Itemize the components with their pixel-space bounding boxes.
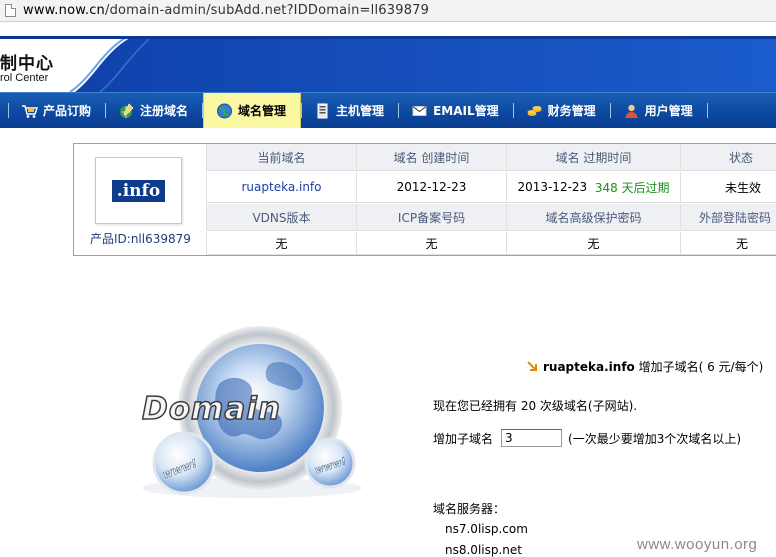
info-logo-text: .info — [111, 179, 166, 202]
owned-count-text: 现在您已经拥有 20 次级域名(子网站). — [433, 399, 638, 413]
product-id: 产品ID:nll639879 — [90, 232, 191, 246]
pen-globe-icon — [120, 102, 134, 118]
domain-name[interactable]: ruapteka.info — [241, 180, 321, 194]
expiry-date: 2013-12-23 — [517, 180, 588, 194]
created-date: 2012-12-23 — [356, 172, 506, 203]
info-logo: .info — [95, 157, 182, 224]
server-icon — [317, 103, 328, 118]
nav-item-domain-management[interactable]: 域名管理 — [203, 93, 302, 128]
domain-globe-illustration: Domain www! www! — [141, 326, 362, 498]
status-value: 未生效 — [680, 172, 776, 203]
add-title-line: ruapteka.info 增加子域名( 6 元/每个) — [527, 358, 763, 375]
nav-item-label: 注册域名 — [140, 104, 189, 118]
nav-item-label: 产品订购 — [43, 104, 92, 118]
add-subdomain-title: 增加子域名( 6 元/每个) — [638, 360, 764, 374]
external-password-value: 无 — [680, 232, 776, 255]
info-header-row: 当前域名 域名 创建时间 域名 过期时间 状态 — [206, 144, 776, 171]
protect-password-value: 无 — [506, 232, 680, 255]
info-header-row-2: VDNS版本 ICP备案号码 域名高级保护密码 外部登陆密码 — [206, 204, 776, 231]
ns2-text: ns8.0lisp.net — [445, 543, 522, 557]
vdns-value: 无 — [206, 232, 356, 255]
nav-item-label: 域名管理 — [238, 104, 287, 118]
nav-item-product-order[interactable]: 产品订购 — [9, 93, 105, 128]
col-external-password: 外部登陆密码 — [680, 204, 776, 231]
col-vdns: VDNS版本 — [206, 204, 356, 231]
product-logo-cell: .info 产品ID:nll639879 — [74, 144, 206, 255]
nav-item-label: 主机管理 — [336, 104, 385, 118]
domain-word: Domain — [142, 391, 281, 427]
nav-item-email-management[interactable]: EMAIL管理 — [399, 93, 513, 128]
form-domain-name: ruapteka.info — [543, 360, 635, 374]
nav-item-finance-management[interactable]: 财务管理 — [514, 93, 610, 128]
expiry-cell: 2013-12-23 348 天后过期 — [506, 172, 680, 203]
icp-value: 无 — [356, 232, 506, 255]
globe-icon — [217, 103, 233, 118]
days-left: 348 天后过期 — [594, 180, 670, 195]
coins-icon — [527, 105, 542, 116]
envelope-icon — [412, 105, 427, 116]
dns-label: 域名服务器： — [433, 502, 506, 516]
arrow-icon — [527, 361, 537, 371]
info-grid: 当前域名 域名 创建时间 域名 过期时间 状态 ruapteka.info 20… — [206, 144, 776, 255]
col-protect-password: 域名高级保护密码 — [506, 204, 680, 231]
banner-title: 制中心 — [0, 54, 54, 74]
url-host: www.now.cn — [23, 3, 105, 18]
col-current-domain: 当前域名 — [206, 144, 356, 171]
nav-item-register-domain[interactable]: 注册域名 — [106, 93, 202, 128]
url-path: /domain-admin/subAdd.net?IDDomain=ll6398… — [105, 3, 430, 18]
nav-item-label: 用户管理 — [644, 104, 693, 118]
main-nav: 产品订购 注册域名 域名管理 主机管理 EMAIL管理 财务管理 用户管理 — [0, 92, 776, 128]
banner-swoosh-graphic — [0, 36, 776, 92]
domain-info-panel: .info 产品ID:nll639879 当前域名 域名 创建时间 域名 过期时… — [73, 143, 776, 256]
page-icon — [5, 4, 16, 17]
url-text[interactable]: www.now.cn/domain-admin/subAdd.net?IDDom… — [23, 3, 429, 18]
nav-item-label: 财务管理 — [547, 104, 596, 118]
current-domain-link[interactable]: ruapteka.info — [206, 172, 356, 203]
info-value-row-2: 无 无 无 无 — [206, 232, 776, 255]
col-created: 域名 创建时间 — [356, 144, 506, 171]
add-subdomain-label: 增加子域名 — [433, 431, 494, 446]
user-icon — [625, 104, 638, 118]
subdomain-count-input[interactable] — [501, 429, 563, 447]
col-status: 状态 — [680, 144, 776, 171]
ns1-text: ns7.0lisp.com — [445, 522, 528, 536]
col-icp: ICP备案号码 — [356, 204, 506, 231]
cart-icon — [22, 104, 38, 118]
add-subdomain-hint: (一次最少要增加3个次域名以上) — [568, 431, 742, 446]
add-subdomain-row: 增加子域名 (一次最少要增加3个次域名以上) — [433, 429, 741, 447]
address-bar[interactable]: www.now.cn/domain-admin/subAdd.net?IDDom… — [0, 0, 776, 22]
banner-subtitle: rol Center — [0, 72, 49, 84]
header-banner: 制中心 rol Center — [0, 22, 776, 92]
nav-separator — [706, 103, 708, 118]
col-expires: 域名 过期时间 — [506, 144, 680, 171]
info-value-row: ruapteka.info 2012-12-23 2013-12-23 348 … — [206, 172, 776, 203]
watermark: www.wooyun.org — [637, 536, 758, 553]
nav-item-label: EMAIL管理 — [433, 104, 499, 118]
nav-item-user-management[interactable]: 用户管理 — [611, 93, 707, 128]
domain-graphic: Domain www! www! — [132, 323, 382, 498]
nav-item-host-management[interactable]: 主机管理 — [302, 93, 398, 128]
